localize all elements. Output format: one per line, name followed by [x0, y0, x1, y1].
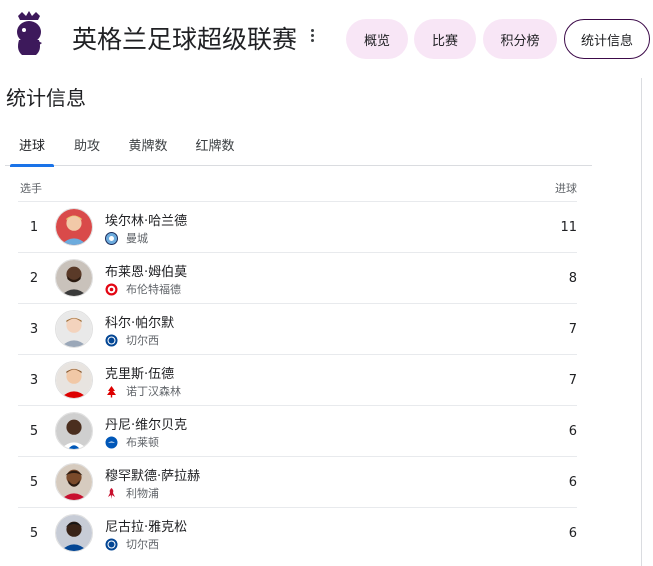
more-options-icon[interactable] — [305, 27, 319, 47]
nav-overview-button[interactable]: 概览 — [346, 19, 408, 59]
player-name[interactable]: 尼古拉·雅克松 — [105, 516, 187, 535]
player-avatar — [55, 310, 93, 348]
section-title: 统计信息 — [6, 86, 86, 110]
tab-yellow-cards[interactable]: 黄牌数 — [121, 122, 175, 166]
club-info: 切尔西 — [105, 536, 159, 552]
manchester-city-crest-icon — [105, 231, 118, 245]
player-name[interactable]: 布莱恩·姆伯莫 — [105, 261, 187, 280]
player-goals: 7 — [568, 373, 577, 388]
brighton-crest-icon — [105, 436, 118, 448]
column-header-player: 选手 — [20, 182, 42, 195]
club-info: 布莱顿 — [105, 434, 159, 450]
club-info: 诺丁汉森林 — [105, 383, 181, 399]
nav-stats-button[interactable]: 统计信息 — [564, 19, 650, 59]
player-name[interactable]: 科尔·帕尔默 — [105, 312, 174, 331]
table-row[interactable]: 5 丹尼·维尔贝克 布莱顿 6 — [18, 405, 577, 456]
club-name: 切尔西 — [126, 538, 159, 551]
player-avatar — [55, 361, 93, 399]
club-info: 切尔西 — [105, 332, 159, 348]
table-row[interactable]: 5 穆罕默德·萨拉赫 利物浦 6 — [18, 456, 577, 507]
player-avatar — [55, 514, 93, 552]
vertical-divider — [641, 78, 642, 566]
column-header-goals: 进球 — [555, 182, 577, 195]
league-title: 英格兰足球超级联赛 — [72, 25, 298, 54]
table-row[interactable]: 3 克里斯·伍德 诺丁汉森林 7 — [18, 354, 577, 405]
player-goals: 6 — [568, 475, 577, 490]
player-goals: 7 — [568, 322, 577, 337]
player-avatar — [55, 412, 93, 450]
club-name: 切尔西 — [126, 334, 159, 347]
tab-goals[interactable]: 进球 — [10, 122, 54, 167]
club-name: 布莱顿 — [126, 436, 159, 449]
stats-tabs: 进球 助攻 黄牌数 红牌数 — [5, 122, 592, 167]
player-goals: 6 — [568, 526, 577, 541]
player-goals: 6 — [568, 424, 577, 439]
scorers-table: 1 埃尔林·哈兰德 曼城 11 2 布莱恩·姆伯莫 布伦特福德 8 3 科尔·帕… — [18, 201, 577, 558]
player-avatar — [55, 208, 93, 246]
brentford-crest-icon — [105, 283, 118, 295]
tab-assists[interactable]: 助攻 — [67, 122, 107, 166]
chelsea-crest-icon — [105, 538, 118, 550]
player-rank: 1 — [29, 220, 39, 235]
player-avatar — [55, 259, 93, 297]
club-name: 曼城 — [126, 232, 148, 245]
player-rank: 3 — [29, 322, 39, 337]
table-row[interactable]: 1 埃尔林·哈兰德 曼城 11 — [18, 201, 577, 252]
player-name[interactable]: 克里斯·伍德 — [105, 363, 174, 382]
liverpool-crest-icon — [108, 487, 115, 499]
club-name: 布伦特福德 — [126, 283, 181, 296]
club-info: 利物浦 — [105, 485, 159, 501]
chelsea-crest-icon — [105, 334, 118, 346]
table-row[interactable]: 2 布莱恩·姆伯莫 布伦特福德 8 — [18, 252, 577, 303]
player-name[interactable]: 埃尔林·哈兰德 — [105, 210, 187, 229]
table-row[interactable]: 3 科尔·帕尔默 切尔西 7 — [18, 303, 577, 354]
player-avatar — [55, 463, 93, 501]
player-rank: 5 — [29, 526, 39, 541]
player-goals: 8 — [568, 271, 577, 286]
nav-standings-button[interactable]: 积分榜 — [483, 19, 557, 59]
table-row[interactable]: 5 尼古拉·雅克松 切尔西 6 — [18, 507, 577, 558]
player-rank: 5 — [29, 424, 39, 439]
player-rank: 3 — [29, 373, 39, 388]
nottingham-forest-crest-icon — [107, 385, 116, 397]
premier-league-logo-icon — [17, 11, 42, 55]
player-name[interactable]: 穆罕默德·萨拉赫 — [105, 465, 200, 484]
club-info: 布伦特福德 — [105, 281, 181, 297]
club-info: 曼城 — [105, 230, 148, 246]
tab-red-cards[interactable]: 红牌数 — [188, 122, 242, 166]
club-name: 利物浦 — [126, 487, 159, 500]
player-name[interactable]: 丹尼·维尔贝克 — [105, 414, 187, 433]
player-goals: 11 — [560, 220, 577, 235]
header: 英格兰足球超级联赛 概览 比赛 积分榜 统计信息 — [0, 0, 653, 78]
player-rank: 2 — [29, 271, 39, 286]
player-rank: 5 — [29, 475, 39, 490]
club-name: 诺丁汉森林 — [126, 385, 181, 398]
nav-matches-button[interactable]: 比赛 — [414, 19, 476, 59]
